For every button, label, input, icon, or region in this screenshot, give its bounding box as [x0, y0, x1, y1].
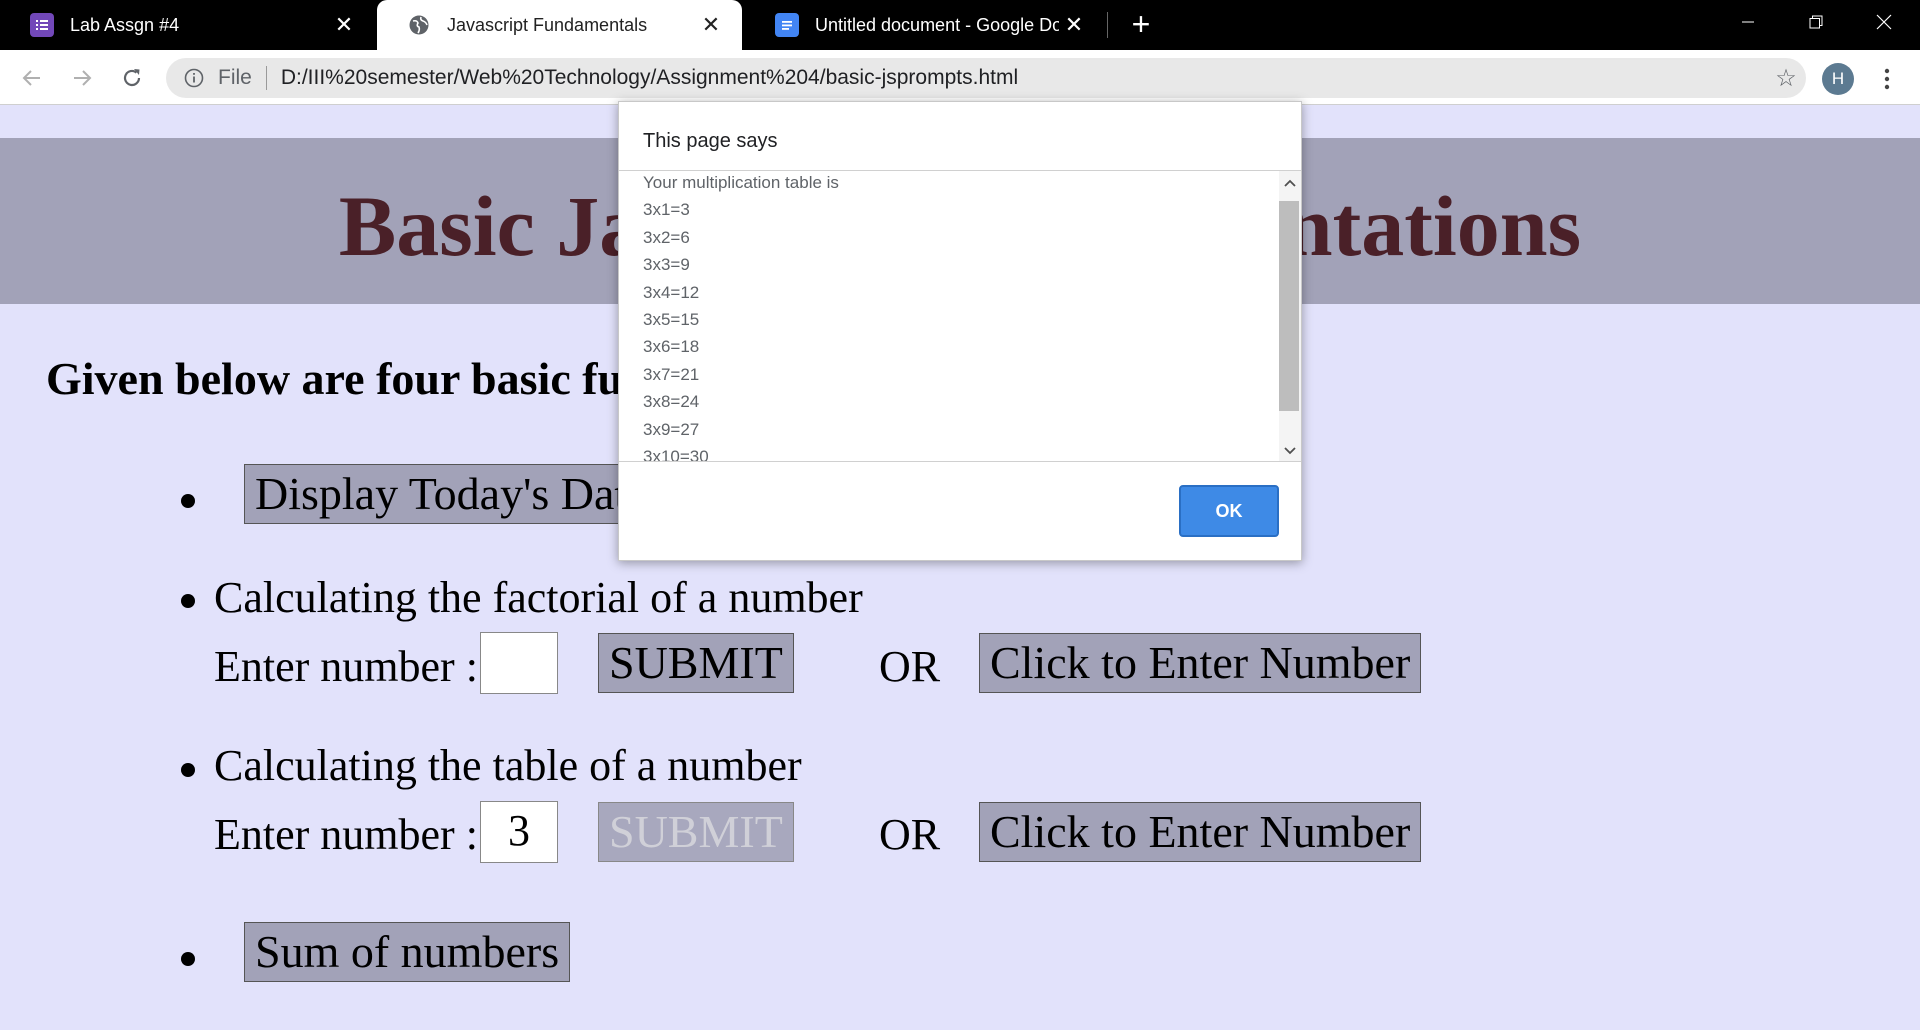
scroll-up-arrow-icon[interactable]: [1282, 175, 1298, 191]
or-label: OR: [879, 810, 941, 859]
factorial-heading: Calculating the factorial of a number: [214, 573, 863, 622]
message-line: 3x9=27: [643, 419, 700, 439]
minimize-icon[interactable]: [1716, 0, 1780, 44]
tab-title: Untitled document - Google Docs: [815, 14, 1059, 35]
tab-title: Lab Assgn #4: [70, 14, 180, 35]
factorial-label: Enter number :: [214, 642, 478, 691]
back-arrow-icon[interactable]: [12, 58, 52, 98]
table-submit-button[interactable]: SUBMIT: [598, 802, 794, 862]
table-label: Enter number :: [214, 810, 478, 859]
bookmark-star-icon[interactable]: ☆: [1766, 58, 1806, 98]
new-tab-button[interactable]: +: [1124, 6, 1158, 42]
message-line: 3x4=12: [643, 282, 700, 302]
docs-icon: [775, 13, 799, 37]
or-label: OR: [879, 642, 941, 691]
table-number-input[interactable]: 3: [480, 801, 558, 863]
table-prompt-button[interactable]: Click to Enter Number: [979, 802, 1422, 862]
message-line: Your multiplication table is: [643, 173, 839, 192]
close-tab-icon[interactable]: ✕: [696, 12, 726, 38]
message-line: 3x5=15: [643, 310, 700, 330]
url-text[interactable]: D:/III%20semester/Web%20Technology/Assig…: [281, 66, 1766, 90]
bullet: [181, 494, 195, 508]
bullet: [181, 952, 195, 966]
scroll-down-arrow-icon[interactable]: [1282, 443, 1298, 459]
tab-strip: Lab Assgn #4 ✕ Javascript Fundamentals ✕…: [0, 0, 1920, 50]
globe-icon: [407, 13, 431, 37]
display-date-button[interactable]: Display Today's Date: [244, 464, 659, 524]
message-line: 3x3=9: [643, 255, 690, 275]
message-line: 3x6=18: [643, 337, 700, 357]
dialog-message-area[interactable]: Your multiplication table is 3x1=3 3x2=6…: [619, 170, 1301, 462]
dialog-title: This page says: [643, 130, 778, 152]
close-window-icon[interactable]: [1852, 0, 1916, 44]
table-heading: Calculating the table of a number: [214, 741, 802, 790]
message-line: 3x8=24: [643, 392, 700, 412]
message-line: 3x7=21: [643, 364, 700, 384]
bullet: [181, 763, 195, 777]
close-tab-icon[interactable]: ✕: [329, 12, 359, 38]
ok-button[interactable]: OK: [1179, 485, 1279, 537]
close-tab-icon[interactable]: ✕: [1059, 12, 1089, 38]
tab-javascript-fundamentals[interactable]: Javascript Fundamentals ✕: [377, 0, 742, 50]
dialog-message: Your multiplication table is 3x1=3 3x2=6…: [643, 171, 839, 462]
tab-google-docs[interactable]: Untitled document - Google Docs ✕: [745, 0, 1105, 50]
factorial-prompt-button[interactable]: Click to Enter Number: [979, 633, 1422, 693]
restore-icon[interactable]: [1784, 0, 1848, 44]
kebab-menu-icon[interactable]: [1870, 62, 1904, 96]
tab-title: Javascript Fundamentals: [447, 14, 648, 35]
divider: [265, 66, 267, 90]
factorial-submit-button[interactable]: SUBMIT: [598, 633, 794, 693]
profile-avatar[interactable]: H: [1822, 63, 1854, 95]
address-bar[interactable]: File D:/III%20semester/Web%20Technology/…: [166, 58, 1806, 98]
tab-lab-assgn[interactable]: Lab Assgn #4 ✕: [0, 0, 375, 50]
browser-toolbar: File D:/III%20semester/Web%20Technology/…: [0, 50, 1920, 105]
message-line: 3x10=30: [643, 447, 709, 462]
dialog-scrollbar[interactable]: [1279, 171, 1301, 461]
alert-dialog: This page says Your multiplication table…: [618, 101, 1302, 561]
message-line: 3x1=3: [643, 200, 690, 220]
bullet: [181, 594, 195, 608]
reload-icon[interactable]: [112, 58, 152, 98]
info-icon[interactable]: [182, 66, 206, 90]
forms-icon: [30, 13, 54, 37]
tab-separator: [1107, 12, 1108, 38]
message-line: 3x2=6: [643, 227, 690, 247]
sum-of-numbers-button[interactable]: Sum of numbers: [244, 922, 571, 982]
forward-arrow-icon[interactable]: [62, 58, 102, 98]
url-scheme: File: [218, 66, 252, 89]
factorial-number-input[interactable]: [480, 632, 558, 694]
scrollbar-thumb[interactable]: [1279, 201, 1299, 411]
